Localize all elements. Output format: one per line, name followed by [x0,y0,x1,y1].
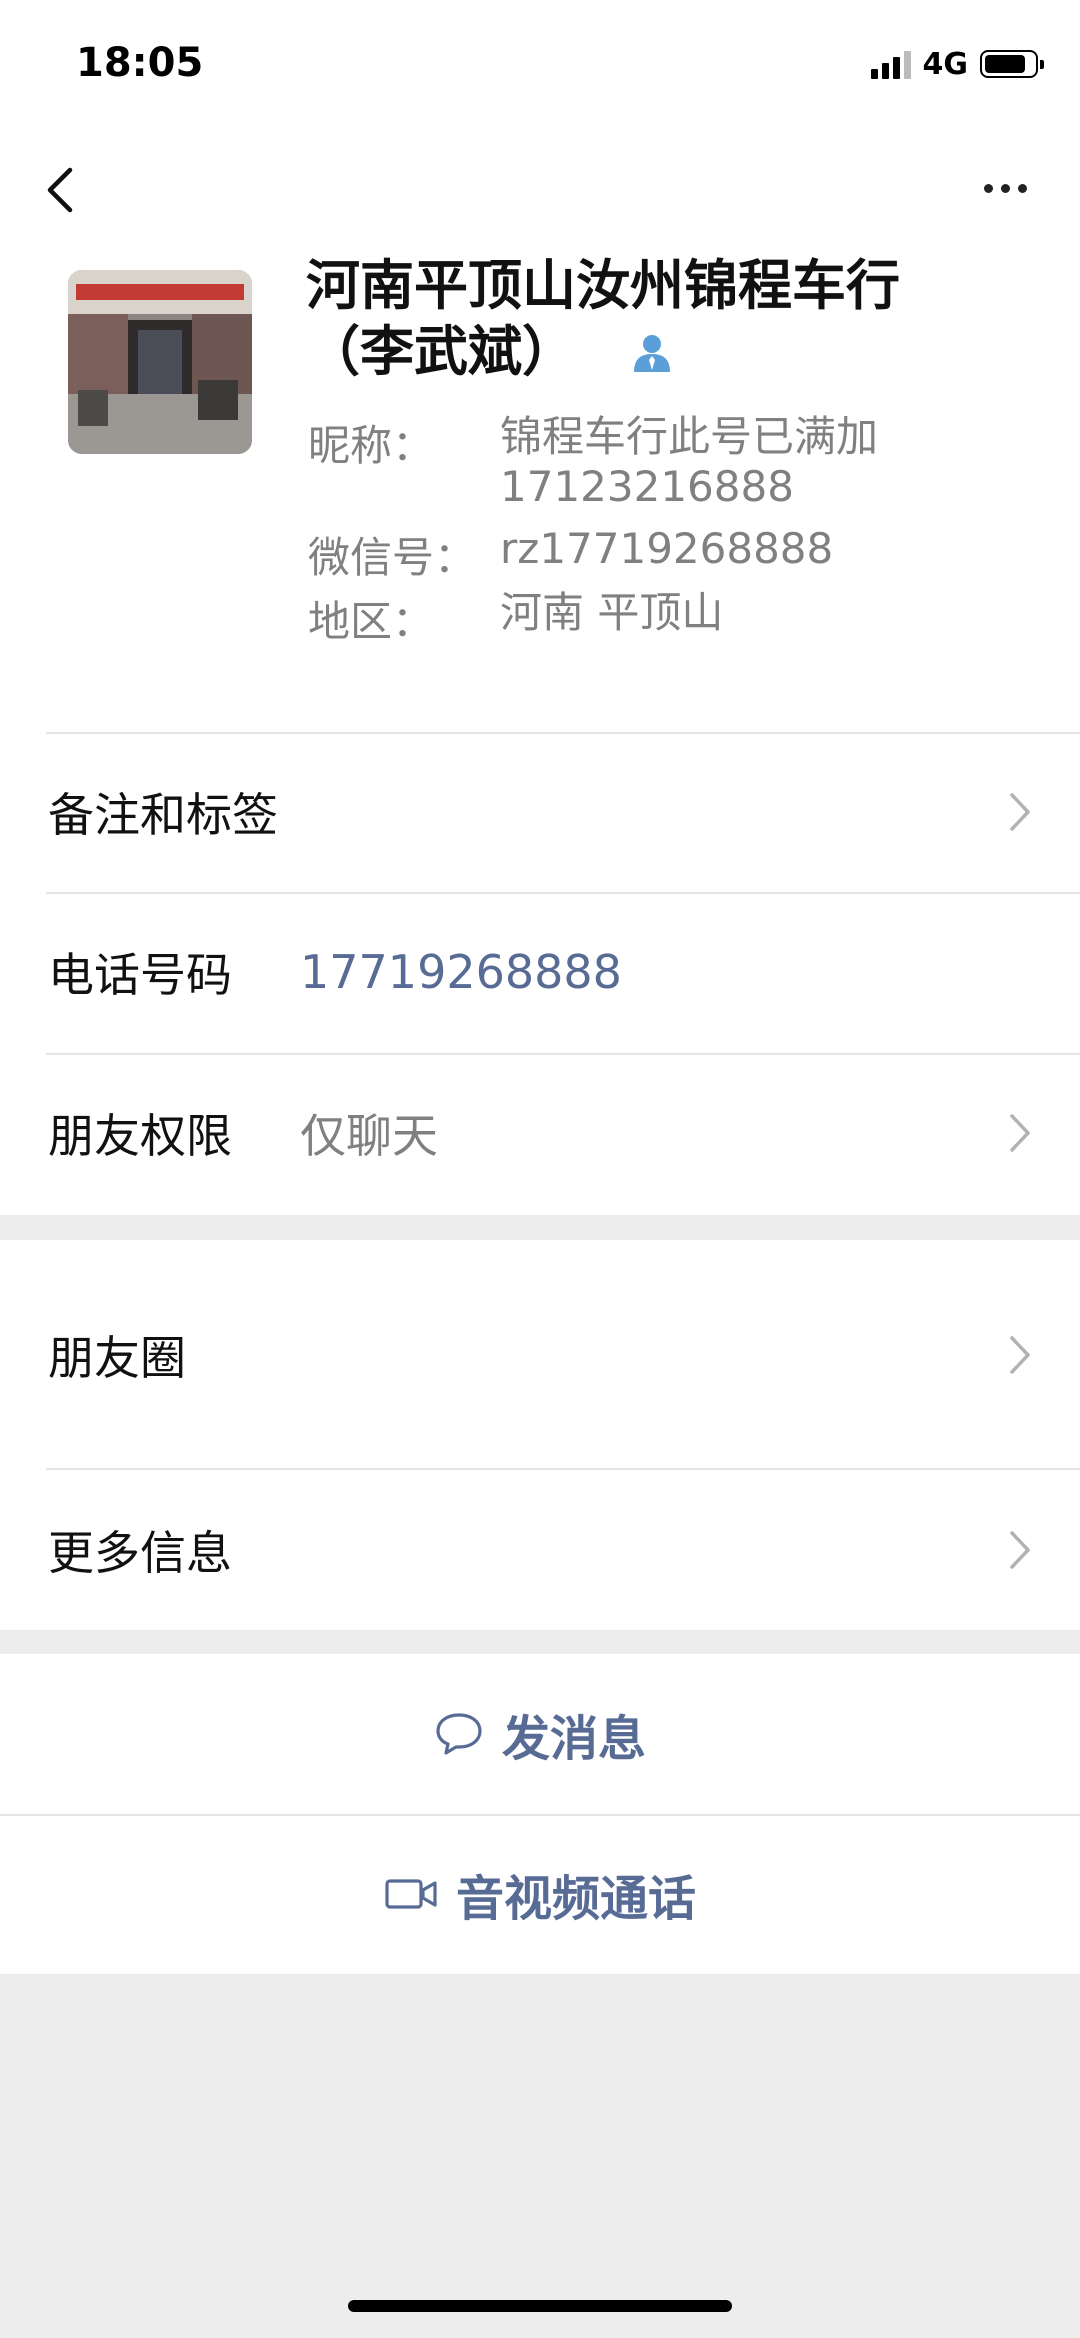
nickname-label: 昵称： [308,421,435,470]
nickname-row: 昵称： 锦程车行此号已满加17123216888 [308,412,1000,512]
contact-name-line2: （李武斌） [306,320,576,383]
friend-permission-row[interactable]: 朋友权限 仅聊天 [0,1053,1080,1213]
wechat-id-row: 微信号： rz17719268888 [308,524,1000,585]
chevron-right-icon [1010,1336,1030,1374]
contact-name-line1: 河南平顶山汝州锦程车行 [306,254,900,317]
moments-section: 朋友圈 更多信息 [0,1240,1080,1630]
phone-label: 电话号码 [48,948,232,1002]
status-time: 18:05 [76,40,204,86]
send-message-button[interactable]: 发消息 [0,1654,1080,1814]
more-info-row[interactable]: 更多信息 [0,1470,1080,1630]
contact-name: 河南平顶山汝州锦程车行 （李武斌） [306,253,1006,385]
send-message-label: 发消息 [501,1711,646,1767]
dot [1017,183,1027,193]
chevron-right-icon [1010,1114,1030,1152]
chat-bubble-icon [436,1713,482,1755]
phone-value[interactable]: 17719268888 [300,945,622,999]
wechat-id-value: rz17719268888 [500,524,834,573]
region-label: 地区： [308,597,435,646]
friend-permission-label: 朋友权限 [48,1109,232,1163]
region-value: 河南 平顶山 [500,588,724,637]
video-camera-icon [385,1879,437,1909]
chevron-left-icon [47,167,73,213]
moments-row[interactable]: 朋友圈 [0,1240,1080,1470]
video-call-button[interactable]: 音视频通话 [0,1814,1080,1974]
remarks-tags-label: 备注和标签 [48,788,278,842]
chevron-right-icon [1010,793,1030,831]
battery-icon [980,50,1044,78]
more-info-label: 更多信息 [48,1526,232,1580]
avatar-image [68,270,252,454]
video-call-label: 音视频通话 [455,1871,696,1927]
chevron-right-icon [1010,1531,1030,1569]
avatar[interactable] [68,270,252,454]
nickname-value: 锦程车行此号已满加17123216888 [500,412,879,511]
more-options-button[interactable] [970,168,1040,208]
dot [1000,183,1010,193]
phone-row[interactable]: 电话号码 17719268888 [0,892,1080,1052]
person-icon [634,335,670,372]
dot [983,183,993,193]
back-button[interactable] [40,160,80,220]
friend-permission-value: 仅聊天 [300,1109,438,1163]
remarks-tags-row[interactable]: 备注和标签 [0,732,1080,892]
profile-panel: 18:05 4G 河南平顶山汝州锦程车行 （李武斌） 昵称： 锦程车行此号已满加… [0,0,1080,1215]
moments-label: 朋友圈 [48,1331,186,1385]
signal-icon [870,49,911,79]
status-indicators: 4G [870,44,1044,84]
network-type: 4G [922,46,969,82]
actions-section: 发消息 音视频通话 [0,1654,1080,1974]
region-row: 地区： 河南 平顶山 [308,588,1000,649]
wechat-id-label: 微信号： [308,533,477,582]
home-indicator[interactable] [348,2300,732,2312]
